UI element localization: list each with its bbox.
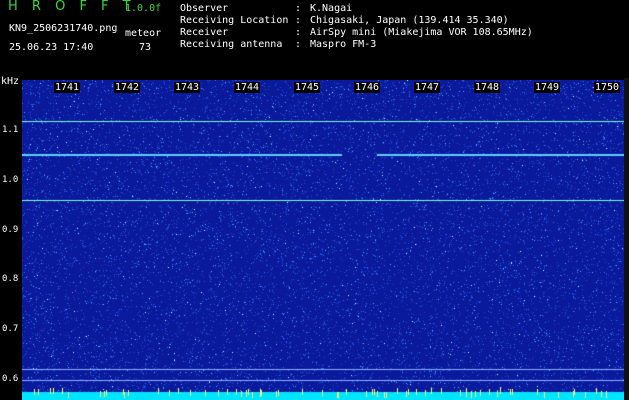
spectrogram-canvas xyxy=(22,80,624,400)
meteor-label: meteor xyxy=(125,28,162,39)
info-key: Receiving Location xyxy=(180,15,289,26)
plot-frame xyxy=(624,78,629,400)
x-tick-label: 1744 xyxy=(234,82,261,93)
x-tick-label: 1742 xyxy=(114,82,141,93)
info-sep: : xyxy=(295,15,302,26)
spectrogram-plot xyxy=(22,80,624,400)
y-axis-unit: kHz xyxy=(1,76,20,87)
info-row-receiver: Receiver: AirSpy mini (Miakejima VOR 108.… xyxy=(180,27,533,38)
x-tick-label: 1741 xyxy=(54,82,81,93)
info-value: Chigasaki, Japan (139.414 35.340) xyxy=(310,15,509,26)
x-tick-label: 1747 xyxy=(414,82,441,93)
info-key: Observer xyxy=(180,3,229,14)
x-tick-label: 1745 xyxy=(294,82,321,93)
info-sep: : xyxy=(295,27,302,38)
y-tick-label: 0.6 xyxy=(2,374,19,384)
x-tick-label: 1748 xyxy=(474,82,501,93)
y-tick-label: 0.7 xyxy=(2,324,19,334)
app-title: H R O F F T xyxy=(8,0,136,14)
x-tick-label: 1743 xyxy=(174,82,201,93)
info-sep: : xyxy=(295,3,302,14)
info-header: H R O F F T 1.0.0f KN9_2506231740.png 25… xyxy=(0,0,629,75)
x-tick-label: 1750 xyxy=(594,82,621,93)
date-time: 25.06.23 17:40 xyxy=(9,42,94,53)
x-tick-label: 1749 xyxy=(534,82,561,93)
info-value: AirSpy mini (Miakejima VOR 108.65MHz) xyxy=(310,27,533,38)
info-sep: : xyxy=(295,39,302,50)
info-value: K.Nagai xyxy=(310,3,353,14)
info-value: Maspro FM-3 xyxy=(310,39,377,50)
meteor-count: 73 xyxy=(139,42,152,53)
info-key: Receiver xyxy=(180,27,229,38)
y-tick-label: 0.9 xyxy=(2,225,19,235)
file-name: KN9_2506231740.png xyxy=(9,23,118,34)
y-tick-label: 1.0 xyxy=(2,175,19,185)
app-version: 1.0.0f xyxy=(125,3,162,14)
y-tick-label: 1.1 xyxy=(2,125,19,135)
x-tick-label: 1746 xyxy=(354,82,381,93)
info-row-antenna: Receiving antenna: Maspro FM-3 xyxy=(180,39,376,50)
info-row-observer: Observer: K.Nagai xyxy=(180,3,352,14)
info-key: Receiving antenna xyxy=(180,39,283,50)
info-row-location: Receiving Location: Chigasaki, Japan (139… xyxy=(180,15,509,26)
y-tick-label: 0.8 xyxy=(2,274,19,284)
